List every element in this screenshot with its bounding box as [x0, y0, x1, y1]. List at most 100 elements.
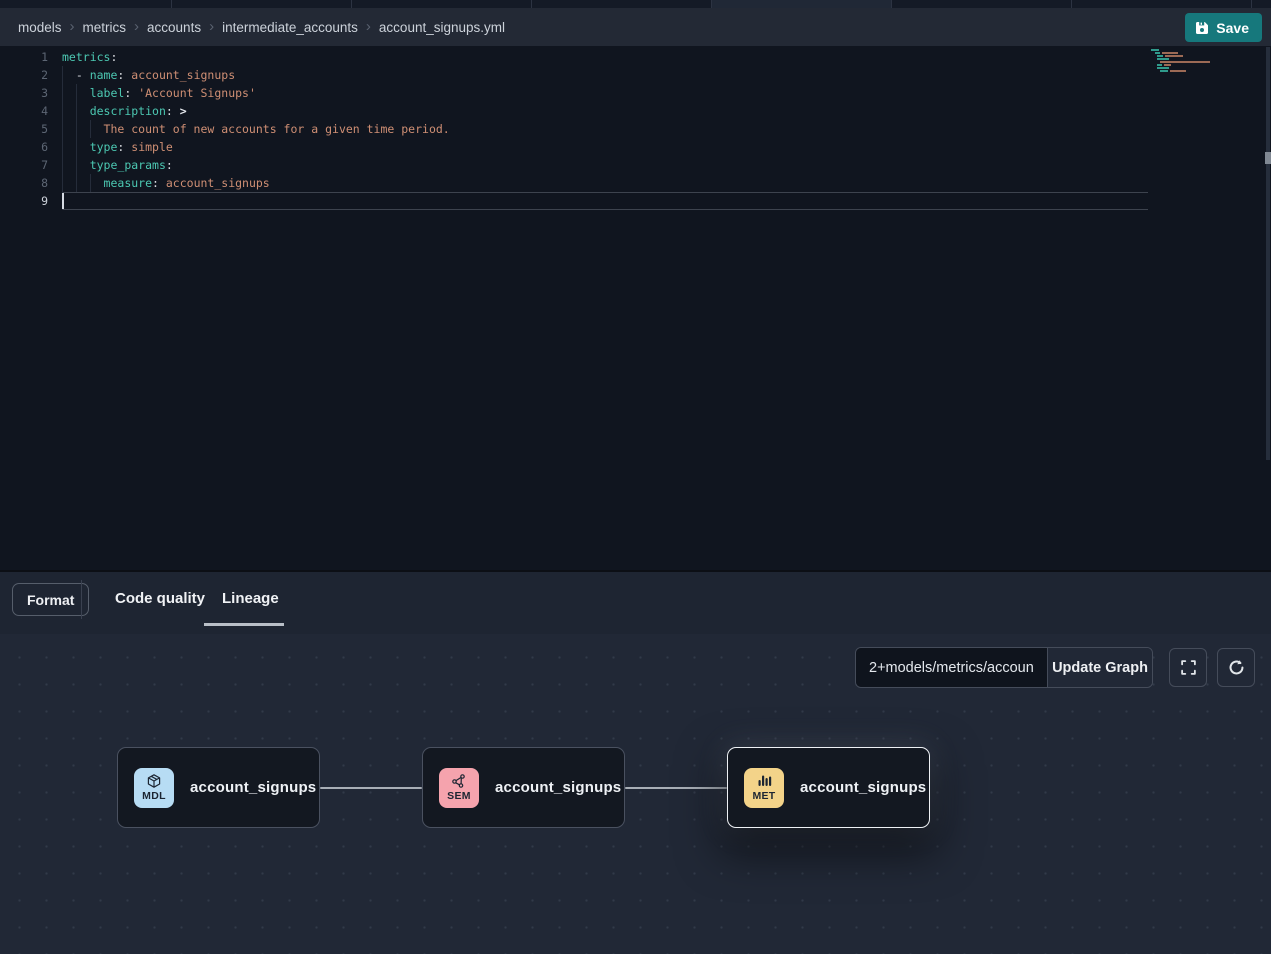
- semantic-icon: [451, 773, 467, 789]
- minimap-segment: [1160, 61, 1210, 63]
- code-line[interactable]: 4 description: >: [0, 102, 1148, 120]
- editor-scrollbar-handle[interactable]: [1265, 152, 1271, 164]
- breadcrumb-item[interactable]: account_signups.yml: [379, 20, 505, 35]
- metric-icon: [756, 773, 772, 789]
- lineage-node-metric[interactable]: METaccount_signups: [727, 747, 930, 828]
- badge-label: MDL: [142, 790, 166, 802]
- indent-guide: [62, 174, 63, 192]
- chevron-right-icon: ›: [70, 18, 75, 35]
- active-tab-underline: [204, 623, 284, 626]
- indent-guide: [76, 120, 77, 138]
- code-line-content: [62, 192, 1148, 210]
- indent-guide: [62, 156, 63, 174]
- breadcrumb-item[interactable]: models: [18, 20, 62, 35]
- minimap-segment: [1151, 49, 1159, 51]
- minimap-line: [1151, 61, 1215, 63]
- code-editor[interactable]: 1 metrics:2 - name: account_signups3 labe…: [0, 46, 1271, 570]
- code-token: The count of new accounts for a given ti…: [62, 122, 450, 136]
- code-token: measure: [104, 176, 152, 190]
- fullscreen-button[interactable]: [1169, 648, 1207, 687]
- code-line[interactable]: 5 The count of new accounts for a given …: [0, 120, 1148, 138]
- minimap-line: [1151, 67, 1215, 69]
- minimap-line: [1151, 70, 1215, 72]
- code-token: type: [90, 140, 118, 154]
- indent-guide: [76, 84, 77, 102]
- tab-code-quality[interactable]: Code quality: [115, 590, 205, 607]
- code-line-content: type: simple: [62, 138, 1148, 156]
- code-line[interactable]: 7 type_params:: [0, 156, 1148, 174]
- lineage-node-model[interactable]: MDLaccount_signups: [117, 747, 320, 828]
- node-name: account_signups: [495, 779, 621, 796]
- code-line-content: The count of new accounts for a given ti…: [62, 120, 1148, 138]
- line-number: 4: [0, 102, 48, 120]
- breadcrumb-item[interactable]: accounts: [147, 20, 201, 35]
- code-line[interactable]: 2 - name: account_signups: [0, 66, 1148, 84]
- indent-guide: [76, 174, 77, 192]
- code-token: account_signups: [159, 176, 270, 190]
- top-file-tab[interactable]: [352, 0, 532, 8]
- minimap-segment: [1165, 55, 1183, 57]
- save-button[interactable]: Save: [1185, 13, 1262, 42]
- indent-guide: [76, 156, 77, 174]
- lineage-selector-input[interactable]: [856, 648, 1048, 687]
- semantic-badge: SEM: [439, 768, 479, 808]
- update-graph-button[interactable]: Update Graph: [1048, 648, 1152, 687]
- code-line[interactable]: 6 type: simple: [0, 138, 1148, 156]
- badge-label: MET: [752, 790, 775, 802]
- refresh-arrow-icon: [1228, 659, 1245, 676]
- code-line-content: - name: account_signups: [62, 66, 1148, 84]
- tab-lineage[interactable]: Lineage: [222, 590, 279, 607]
- editor-scrollbar-track[interactable]: [1266, 47, 1270, 460]
- line-number: 3: [0, 84, 48, 102]
- code-token: name: [90, 68, 118, 82]
- top-file-tab[interactable]: [712, 0, 892, 8]
- indent-guide: [76, 138, 77, 156]
- lineage-selector-group: Update Graph: [855, 647, 1153, 688]
- editor-minimap[interactable]: [1151, 49, 1215, 73]
- minimap-segment: [1162, 52, 1178, 54]
- minimap-segment: [1170, 70, 1186, 72]
- lineage-edge: [625, 787, 727, 789]
- refresh-button[interactable]: [1217, 648, 1255, 687]
- top-tab-strip: [0, 0, 1271, 8]
- minimap-segment: [1164, 64, 1171, 66]
- top-file-tab[interactable]: [532, 0, 712, 8]
- code-line-content: label: 'Account Signups': [62, 84, 1148, 102]
- indent-guide: [62, 102, 63, 120]
- ide-window: models › metrics › accounts › intermediate_acc…: [0, 0, 1271, 954]
- breadcrumb: models › metrics › accounts › intermediate_acc…: [18, 19, 505, 36]
- code-line-content: metrics:: [62, 48, 1148, 66]
- top-file-tab[interactable]: [892, 0, 1072, 8]
- chevron-right-icon: ›: [134, 18, 139, 35]
- code-line-content: type_params:: [62, 156, 1148, 174]
- save-button-label: Save: [1216, 20, 1249, 36]
- breadcrumb-item[interactable]: metrics: [83, 20, 127, 35]
- line-number: 8: [0, 174, 48, 192]
- save-icon: [1195, 21, 1209, 35]
- minimap-line: [1151, 55, 1215, 57]
- line-number: 1: [0, 48, 48, 66]
- code-line[interactable]: 9: [0, 192, 1148, 210]
- fullscreen-expand-icon: [1180, 659, 1197, 676]
- line-number: 9: [0, 192, 48, 210]
- code-line[interactable]: 8 measure: account_signups: [0, 174, 1148, 192]
- code-token: >: [173, 104, 187, 118]
- code-line-content: description: >: [62, 102, 1148, 120]
- top-file-tab[interactable]: [0, 0, 172, 8]
- lineage-canvas[interactable]: Update Graph MDLaccount_signupsSEMaccoun: [0, 634, 1271, 954]
- code-line[interactable]: 3 label: 'Account Signups': [0, 84, 1148, 102]
- code-token: -: [62, 68, 90, 82]
- breadcrumb-item[interactable]: intermediate_accounts: [222, 20, 358, 35]
- top-file-tab[interactable]: [1072, 0, 1252, 8]
- lineage-node-semantic[interactable]: SEM account_signups: [422, 747, 625, 828]
- chevron-right-icon: ›: [366, 18, 371, 35]
- minimap-segment: [1157, 58, 1169, 60]
- code-line-content: measure: account_signups: [62, 174, 1148, 192]
- format-button[interactable]: Format: [12, 583, 89, 616]
- code-token: :: [110, 50, 117, 64]
- minimap-line: [1151, 49, 1215, 51]
- top-file-tab[interactable]: [172, 0, 352, 8]
- minimap-segment: [1157, 67, 1169, 69]
- code-line[interactable]: 1 metrics:: [0, 48, 1148, 66]
- indent-guide: [90, 174, 91, 192]
